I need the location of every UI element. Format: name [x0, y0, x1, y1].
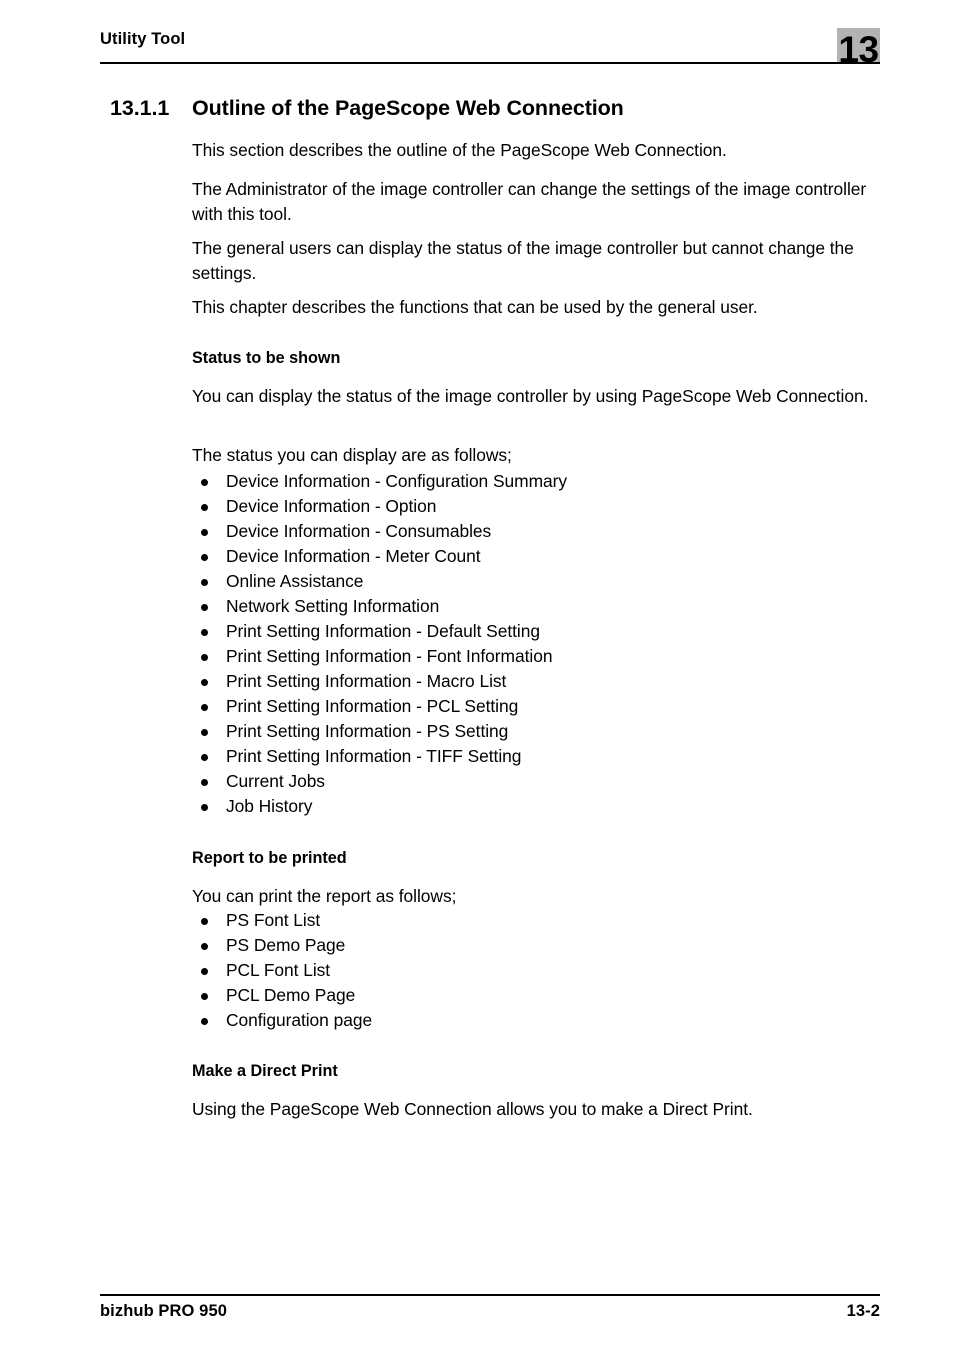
bullet-icon	[201, 704, 208, 711]
list-item: Print Setting Information - Macro List	[192, 669, 880, 694]
list-item: Online Assistance	[192, 569, 880, 594]
subheading-status-to-be-shown: Status to be shown	[192, 349, 341, 367]
list-item: PS Font List	[192, 908, 880, 933]
subheading-report-to-be-printed: Report to be printed	[192, 849, 347, 867]
section-title: Outline of the PageScope Web Connection	[192, 96, 624, 120]
list-item: Print Setting Information - TIFF Setting	[192, 744, 880, 769]
bullet-icon	[201, 779, 208, 786]
list-item-label: Network Setting Information	[226, 596, 440, 616]
bullet-icon	[201, 1018, 208, 1025]
list-item-label: PS Demo Page	[226, 935, 346, 955]
report-list-intro: You can print the report as follows;	[192, 886, 457, 906]
bullet-icon	[201, 504, 208, 511]
chapter-number: 13	[838, 29, 879, 70]
bullet-icon	[201, 754, 208, 761]
running-header-title: Utility Tool	[100, 30, 186, 48]
intro-paragraph-2: The Administrator of the image controlle…	[192, 179, 867, 224]
bullet-icon	[201, 943, 208, 950]
list-item: Device Information - Configuration Summa…	[192, 469, 880, 494]
list-item-label: Device Information - Meter Count	[226, 546, 481, 566]
status-list: Device Information - Configuration Summa…	[192, 469, 880, 819]
intro-paragraph-3: The general users can display the status…	[192, 238, 854, 283]
status-list-intro: The status you can display are as follow…	[192, 445, 512, 465]
bullet-icon	[201, 554, 208, 561]
list-item-label: Device Information - Option	[226, 496, 437, 516]
list-item: Current Jobs	[192, 769, 880, 794]
footer-page-number: 13-2	[846, 1302, 880, 1320]
list-item-label: PS Font List	[226, 910, 321, 930]
list-item: Network Setting Information	[192, 594, 880, 619]
bullet-icon	[201, 529, 208, 536]
list-item: Print Setting Information - PS Setting	[192, 719, 880, 744]
list-item-label: Configuration page	[226, 1010, 373, 1030]
header-divider	[100, 62, 880, 64]
list-item-label: Print Setting Information - Default Sett…	[226, 621, 540, 641]
list-item: Configuration page	[192, 1008, 880, 1033]
section-number: 13.1.1	[110, 96, 170, 120]
list-item-label: Print Setting Information - PCL Setting	[226, 696, 519, 716]
page-header: Utility Tool 13	[100, 28, 880, 70]
intro-paragraph-1: This section describes the outline of th…	[192, 140, 727, 160]
bullet-icon	[201, 918, 208, 925]
section-heading: 13.1.1 Outline of the PageScope Web Conne…	[110, 96, 890, 121]
list-item-label: Print Setting Information - TIFF Setting	[226, 746, 522, 766]
list-item: Print Setting Information - PCL Setting	[192, 694, 880, 719]
list-item-label: Device Information - Consumables	[226, 521, 492, 541]
list-item-label: Current Jobs	[226, 771, 325, 791]
list-item-label: PCL Font List	[226, 960, 331, 980]
bullet-icon	[201, 579, 208, 586]
list-item-label: Print Setting Information - Font Informa…	[226, 646, 553, 666]
bullet-icon	[201, 654, 208, 661]
list-item-label: Device Information - Configuration Summa…	[226, 471, 568, 491]
list-item: Print Setting Information - Default Sett…	[192, 619, 880, 644]
list-item: Device Information - Option	[192, 494, 880, 519]
list-item: PCL Demo Page	[192, 983, 880, 1008]
direct-print-paragraph: Using the PageScope Web Connection allow…	[192, 1099, 753, 1119]
bullet-icon	[201, 604, 208, 611]
list-item: Job History	[192, 794, 880, 819]
bullet-icon	[201, 479, 208, 486]
list-item-label: Print Setting Information - PS Setting	[226, 721, 509, 741]
list-item-label: Job History	[226, 796, 313, 816]
list-item: Device Information - Consumables	[192, 519, 880, 544]
list-item-label: Print Setting Information - Macro List	[226, 671, 507, 691]
list-item-label: Online Assistance	[226, 571, 364, 591]
list-item: Print Setting Information - Font Informa…	[192, 644, 880, 669]
status-paragraph: You can display the status of the image …	[192, 386, 869, 406]
bullet-icon	[201, 804, 208, 811]
bullet-icon	[201, 679, 208, 686]
report-list: PS Font List PS Demo Page PCL Font List …	[192, 908, 880, 1033]
footer-divider	[100, 1294, 880, 1296]
bullet-icon	[201, 968, 208, 975]
intro-paragraph-4: This chapter describes the functions tha…	[192, 297, 758, 317]
bullet-icon	[201, 729, 208, 736]
list-item: Device Information - Meter Count	[192, 544, 880, 569]
subheading-make-a-direct-print: Make a Direct Print	[192, 1062, 338, 1080]
bullet-icon	[201, 993, 208, 1000]
list-item-label: PCL Demo Page	[226, 985, 356, 1005]
document-page: Utility Tool 13 13.1.1 Outline of the Pag…	[0, 0, 954, 1352]
list-item: PCL Font List	[192, 958, 880, 983]
list-item: PS Demo Page	[192, 933, 880, 958]
bullet-icon	[201, 629, 208, 636]
